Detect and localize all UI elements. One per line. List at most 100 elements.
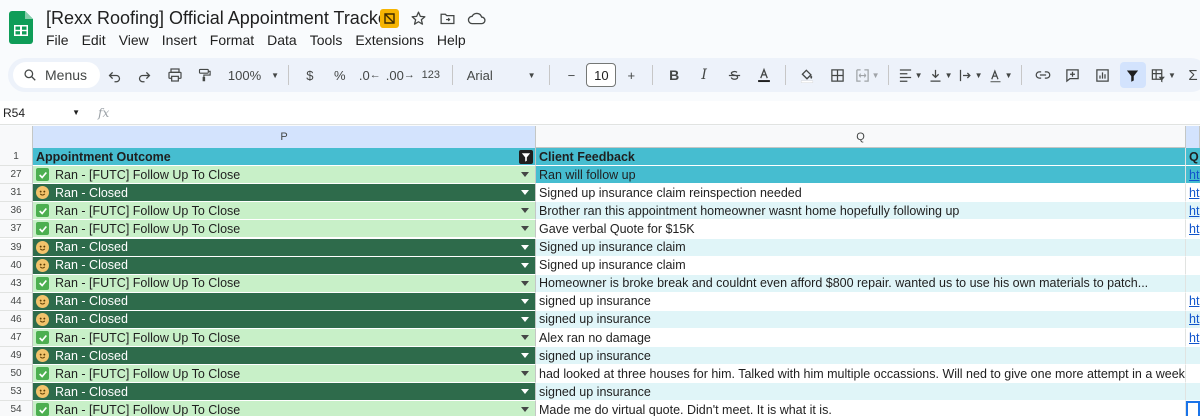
feedback-cell[interactable]: signed up insurance	[536, 310, 1186, 329]
text-wrapping-icon[interactable]: ▼	[957, 62, 983, 88]
feedback-cell[interactable]: Brother ran this appointment homeowner w…	[536, 202, 1186, 221]
row-number[interactable]: 54	[0, 401, 33, 416]
dropdown-arrow-icon[interactable]	[521, 335, 529, 340]
percent-format-button[interactable]: %	[327, 62, 353, 88]
header-cell-client-feedback[interactable]: Client Feedback	[536, 148, 1186, 166]
row-number[interactable]: 49	[0, 347, 33, 366]
row-number[interactable]: 39	[0, 238, 33, 257]
link-cell[interactable]: ht	[1186, 220, 1200, 239]
feedback-cell[interactable]: signed up insurance	[536, 347, 1186, 366]
outcome-cell[interactable]: Ran - Closed	[33, 256, 536, 275]
dropdown-arrow-icon[interactable]	[521, 298, 529, 304]
dropdown-arrow-icon[interactable]	[521, 172, 529, 178]
insert-chart-icon[interactable]	[1090, 62, 1116, 88]
link-cell[interactable]: ht	[1186, 310, 1200, 329]
document-title[interactable]: [Rexx Roofing] Official Appointment Trac…	[46, 8, 394, 29]
vertical-align-icon[interactable]: ▼	[927, 62, 953, 88]
row-number[interactable]: 50	[0, 365, 33, 384]
outcome-cell[interactable]: Ran - [FUTC] Follow Up To Close	[33, 202, 536, 221]
outcome-cell[interactable]: Ran - [FUTC] Follow Up To Close	[33, 365, 536, 384]
currency-format-button[interactable]: $	[297, 62, 323, 88]
feedback-cell[interactable]: Made me do virtual quote. Didn't meet. I…	[536, 401, 1186, 416]
feedback-cell[interactable]: Signed up insurance claim	[536, 238, 1186, 257]
outcome-cell[interactable]: Ran - [FUTC] Follow Up To Close	[33, 274, 536, 293]
menus-search[interactable]: Menus	[13, 62, 100, 88]
link-cell[interactable]: ht	[1186, 184, 1200, 203]
header-cell-appointment-outcome[interactable]: Appointment Outcome	[33, 148, 536, 166]
menu-insert[interactable]: Insert	[162, 32, 204, 48]
row-number[interactable]: 44	[0, 292, 33, 311]
dropdown-arrow-icon[interactable]	[521, 353, 529, 359]
link-cell[interactable]	[1186, 365, 1200, 384]
feedback-cell[interactable]: signed up insurance	[536, 292, 1186, 311]
filter-icon[interactable]	[1119, 62, 1146, 88]
row-number[interactable]: 36	[0, 202, 33, 221]
dropdown-arrow-icon[interactable]	[521, 190, 529, 196]
row-number[interactable]: 43	[0, 274, 33, 293]
menu-view[interactable]: View	[119, 32, 156, 48]
name-box[interactable]: R54 ▼	[0, 106, 80, 120]
link-cell[interactable]	[1186, 383, 1200, 402]
link-cell[interactable]	[1186, 401, 1200, 416]
column-header-r[interactable]	[1186, 126, 1200, 148]
insert-link-icon[interactable]	[1030, 62, 1056, 88]
outcome-cell[interactable]: Ran - [FUTC] Follow Up To Close	[33, 166, 536, 185]
horizontal-align-icon[interactable]: ▼	[897, 62, 923, 88]
link-cell[interactable]: ht	[1186, 202, 1200, 221]
dropdown-arrow-icon[interactable]	[521, 407, 529, 413]
fill-color-icon[interactable]	[794, 62, 820, 88]
link-cell[interactable]	[1186, 274, 1200, 293]
increase-font-size-button[interactable]: +	[618, 62, 644, 88]
outcome-cell[interactable]: Ran - [FUTC] Follow Up To Close	[33, 401, 536, 416]
link-cell[interactable]: ht	[1186, 166, 1200, 185]
row-number[interactable]: 46	[0, 310, 33, 329]
row-number[interactable]: 40	[0, 256, 33, 275]
undo-icon[interactable]	[102, 62, 128, 88]
font-size-input[interactable]: 10	[586, 63, 617, 87]
cloud-saved-icon[interactable]	[467, 9, 486, 28]
number-format-button[interactable]: 123	[418, 62, 444, 88]
row-number[interactable]: 27	[0, 166, 33, 185]
font-select[interactable]: Arial ▼	[461, 62, 542, 88]
borders-icon[interactable]	[824, 62, 850, 88]
outcome-cell[interactable]: Ran - [FUTC] Follow Up To Close	[33, 220, 536, 239]
feedback-cell[interactable]: Homeowner is broke break and couldnt eve…	[536, 274, 1186, 293]
apps-script-icon[interactable]	[380, 9, 399, 28]
row-number[interactable]: 1	[0, 148, 33, 166]
link-cell[interactable]: ht	[1186, 292, 1200, 311]
select-all-corner[interactable]	[0, 126, 33, 148]
redo-icon[interactable]	[132, 62, 158, 88]
feedback-cell[interactable]: Ran will follow up	[536, 166, 1186, 185]
outcome-cell[interactable]: Ran - Closed	[33, 184, 536, 203]
feedback-cell[interactable]: signed up insurance	[536, 383, 1186, 402]
paint-format-icon[interactable]	[192, 62, 218, 88]
feedback-cell[interactable]: had looked at three houses for him. Talk…	[536, 365, 1186, 384]
filter-views-icon[interactable]: ▼	[1150, 62, 1176, 88]
menu-file[interactable]: File	[46, 32, 76, 48]
strikethrough-icon[interactable]	[721, 62, 747, 88]
row-number[interactable]: 37	[0, 220, 33, 239]
menu-extensions[interactable]: Extensions	[355, 32, 430, 48]
insert-comment-icon[interactable]	[1060, 62, 1086, 88]
bold-button[interactable]: B	[661, 62, 687, 88]
row-number[interactable]: 53	[0, 383, 33, 402]
feedback-cell[interactable]: Signed up insurance claim	[536, 256, 1186, 275]
row-number[interactable]: 47	[0, 329, 33, 347]
column-header-p[interactable]: P	[33, 126, 536, 148]
dropdown-arrow-icon[interactable]	[521, 244, 529, 250]
feedback-cell[interactable]: Gave verbal Quote for $15K	[536, 220, 1186, 239]
print-icon[interactable]	[162, 62, 188, 88]
link-cell[interactable]	[1186, 256, 1200, 275]
link-cell[interactable]	[1186, 347, 1200, 366]
feedback-cell[interactable]: Signed up insurance claim reinspection n…	[536, 184, 1186, 203]
functions-button[interactable]: Σ	[1180, 62, 1200, 88]
text-rotation-icon[interactable]: ▼	[987, 62, 1013, 88]
dropdown-arrow-icon[interactable]	[521, 226, 529, 232]
column-header-q[interactable]: Q	[536, 126, 1186, 148]
filter-icon[interactable]	[519, 150, 533, 164]
dropdown-arrow-icon[interactable]	[521, 389, 529, 395]
link-cell[interactable]: ht	[1186, 329, 1200, 347]
outcome-cell[interactable]: Ran - Closed	[33, 383, 536, 402]
row-number[interactable]: 31	[0, 184, 33, 203]
star-icon[interactable]	[409, 9, 428, 28]
